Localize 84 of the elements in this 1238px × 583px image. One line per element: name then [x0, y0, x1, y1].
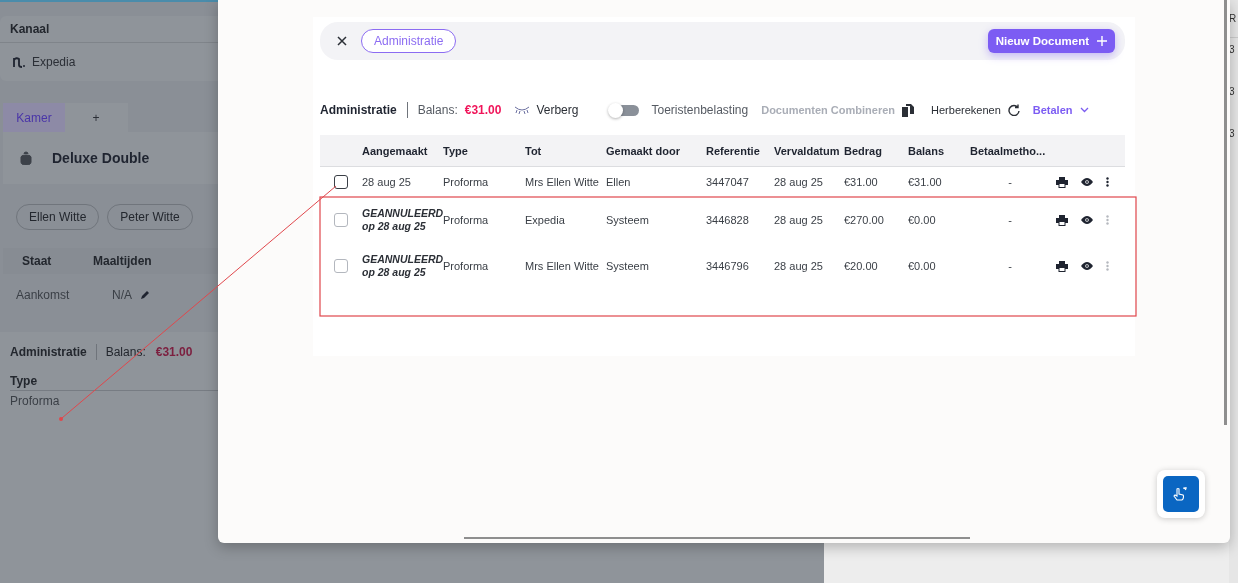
eye-icon[interactable] [1081, 178, 1093, 186]
recalculate-button[interactable]: Herberekenen [931, 104, 1001, 116]
table-cell-text: - [1007, 260, 1013, 272]
row-checkbox[interactable] [334, 213, 348, 227]
section-title: Administratie [320, 103, 397, 117]
table-cell-text: - [1007, 176, 1013, 188]
table-cell-text: €31.00 [844, 176, 879, 188]
channel-logo-icon [12, 55, 26, 69]
table-cell-text: 28 aug 25 [774, 176, 824, 188]
column-header: Tot [525, 144, 543, 157]
column-header: Bedrag [844, 144, 883, 157]
column-header: Staat [21, 254, 53, 268]
column-header: Gemaakt door [606, 144, 681, 157]
toggle-switch[interactable] [611, 104, 640, 116]
scrollbar[interactable] [464, 537, 970, 539]
table-cell-text: 3447047 [706, 176, 750, 188]
print-icon[interactable] [1056, 176, 1068, 188]
column-header: Balans [908, 144, 946, 157]
room-tab[interactable]: Kamer [3, 103, 65, 132]
pay-button[interactable]: Betalen [1032, 104, 1073, 116]
channel-name: Expedia [32, 55, 76, 69]
table-cell-text: 3 [1229, 43, 1236, 57]
table-cell-text: €0.00 [908, 214, 937, 226]
table-cell-text: 28 aug 25 [362, 176, 412, 188]
row-checkbox[interactable] [334, 175, 348, 189]
table-cell-text: Expedia [525, 214, 566, 226]
table-cell-text: €20.00 [844, 260, 879, 272]
hand-pointer-icon [1173, 487, 1189, 501]
table-cell-text: Ellen [606, 176, 632, 188]
refresh-icon[interactable] [1007, 104, 1020, 116]
table-cell-text: Proforma [443, 176, 490, 188]
table-cell-text: Proforma [443, 260, 490, 272]
cancelled-date: GEANNULEERD op 28 aug 25 [362, 207, 443, 233]
table-cell-text: Proforma [10, 393, 61, 408]
table-cell-text: Systeem [606, 214, 650, 226]
table-cell-text: 3446828 [706, 214, 750, 226]
table-cell-text: Systeem [606, 260, 650, 272]
table-cell-text: Proforma [443, 214, 490, 226]
closed-eye-icon [514, 106, 531, 114]
balance-amount: €31.00 [155, 345, 193, 359]
room-name: Deluxe Double [52, 150, 150, 166]
table-cell-text: 3 [1229, 85, 1236, 99]
eye-icon[interactable] [1081, 216, 1093, 224]
new-document-button[interactable]: Nieuw Document [987, 29, 1115, 53]
toggle-label: Toeristenbelasting [651, 103, 749, 117]
table-cell-text: €31.00 [908, 176, 943, 188]
room-tab[interactable]: + [65, 103, 127, 132]
plus-icon [1097, 36, 1107, 46]
column-header: Referentie [706, 144, 761, 157]
table-cell-text: 3446796 [706, 260, 750, 272]
table-cell-text: 3 [1229, 127, 1236, 141]
pencil-icon[interactable] [140, 290, 149, 300]
table-cell-text: Mrs Ellen Witte [525, 260, 600, 272]
section-title: Administratie [10, 345, 87, 359]
table-cell-text: 28 aug 25 [774, 214, 824, 226]
table-cell: N/A [112, 288, 132, 302]
table-cell-text: €270.00 [844, 214, 885, 226]
help-button[interactable] [1157, 470, 1205, 518]
balance-label: Balans: [417, 103, 458, 117]
more-icon[interactable] [1106, 177, 1109, 187]
column-header: Vervaldatum [774, 144, 841, 157]
eye-icon[interactable] [1081, 262, 1093, 270]
table-cell-text: €0.00 [908, 260, 937, 272]
close-icon[interactable] [337, 36, 347, 46]
print-icon[interactable] [1056, 214, 1068, 226]
filter-chip[interactable]: Administratie [361, 29, 457, 53]
cancelled-date: GEANNULEERD op 28 aug 25 [362, 253, 443, 279]
table-cell-text: Aankomst [16, 288, 71, 304]
bag-icon [20, 151, 32, 165]
chevron-down-icon[interactable] [1079, 107, 1089, 113]
column-header: Type [443, 144, 469, 157]
column-header: Aangemaakt [362, 144, 429, 157]
scrollbar[interactable] [1224, 0, 1227, 425]
balance-label: Balans: [105, 345, 146, 359]
balance-amount: €31.00 [464, 103, 502, 117]
column-header: Betaalmetho... [970, 144, 1047, 157]
table-cell-text: - [1007, 214, 1013, 226]
column-header: Maaltijden [93, 254, 152, 268]
documents-icon[interactable] [902, 103, 915, 117]
table-cell-text: Mrs Ellen Witte [525, 176, 600, 188]
print-icon[interactable] [1056, 260, 1068, 272]
table-cell-text: 28 aug 25 [774, 260, 824, 272]
hide-button[interactable]: Verberg [536, 103, 579, 117]
row-checkbox[interactable] [334, 259, 348, 273]
